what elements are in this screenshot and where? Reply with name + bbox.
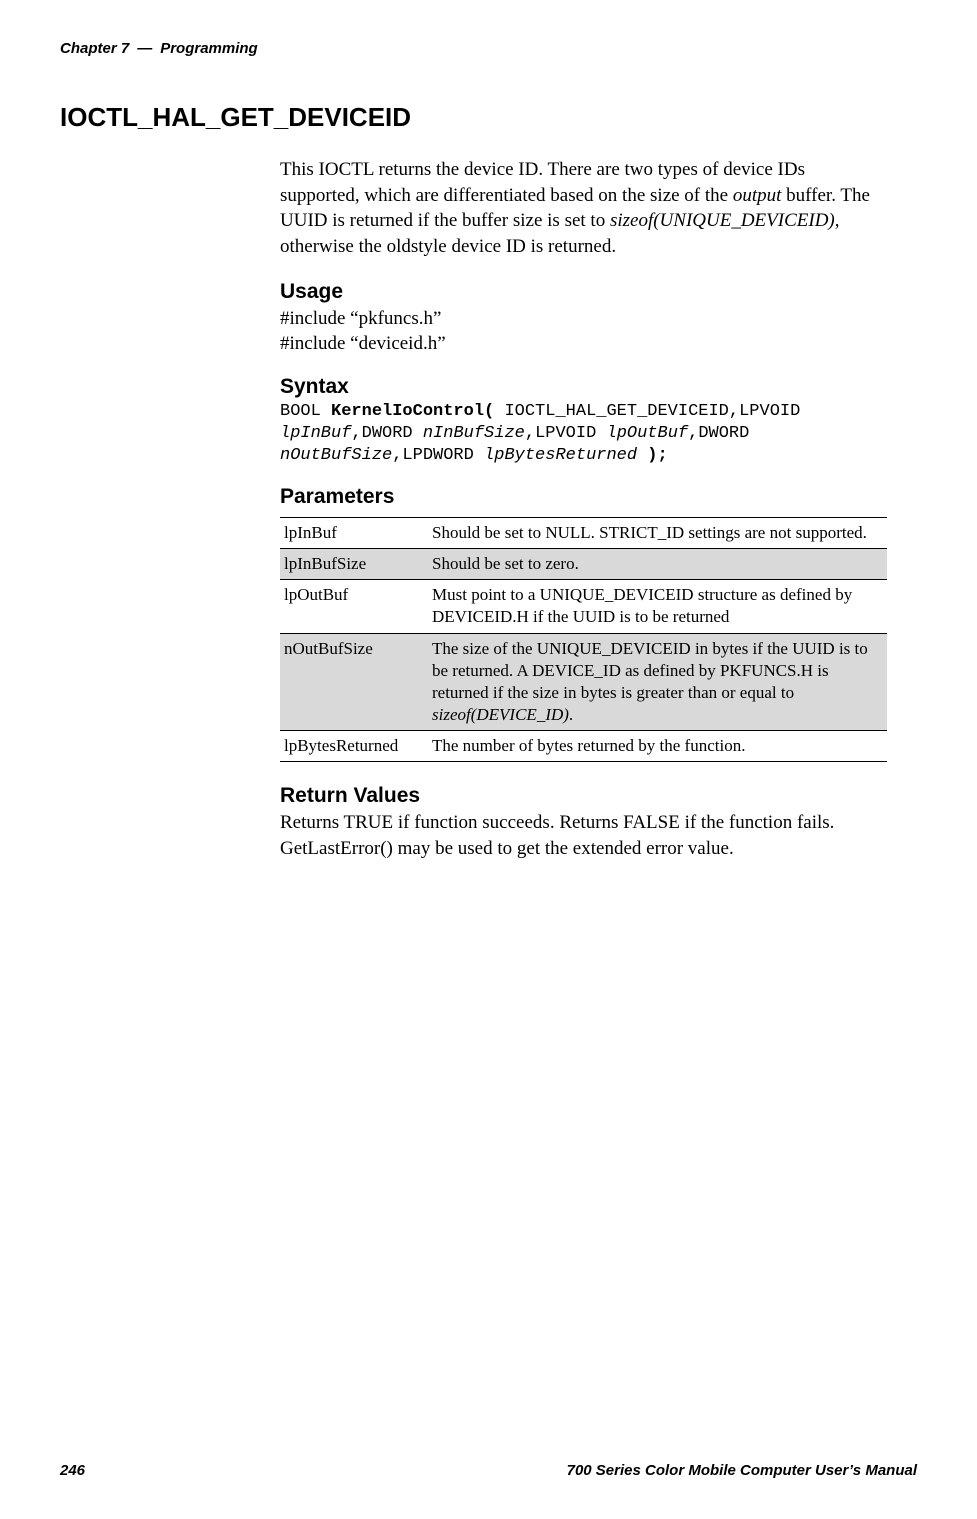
- section-label: Programming: [160, 40, 258, 57]
- param-desc-pre: The size of the UNIQUE_DEVICEID in bytes…: [432, 639, 868, 702]
- syntax-type: BOOL: [280, 402, 331, 421]
- param-name: lpOutBuf: [280, 580, 428, 633]
- return-values-heading: Return Values: [280, 784, 887, 808]
- param-desc: The number of bytes returned by the func…: [428, 730, 887, 761]
- syntax-heading: Syntax: [280, 375, 887, 399]
- return-values-text: Returns TRUE if function succeeds. Retur…: [280, 810, 887, 861]
- parameters-heading: Parameters: [280, 485, 887, 509]
- param-name: nOutBufSize: [280, 633, 428, 730]
- param-desc: Should be set to zero.: [428, 549, 887, 580]
- param-name: lpInBufSize: [280, 549, 428, 580]
- syntax-arg9: ,LPDWORD: [392, 446, 484, 465]
- main-heading: IOCTL_HAL_GET_DEVICEID: [60, 102, 917, 133]
- content-block: This IOCTL returns the device ID. There …: [280, 157, 887, 861]
- output-word: output: [733, 185, 782, 206]
- param-name: lpBytesReturned: [280, 730, 428, 761]
- syntax-arg2: lpInBuf: [280, 424, 351, 443]
- page-footer: 246 700 Series Color Mobile Computer Use…: [60, 1462, 917, 1479]
- table-row: lpInBuf Should be set to NULL. STRICT_ID…: [280, 518, 887, 549]
- syntax-arg6: lpOutBuf: [607, 424, 689, 443]
- param-name: lpInBuf: [280, 518, 428, 549]
- sizeof-expr: sizeof(UNIQUE_DEVICEID): [610, 210, 835, 231]
- include-line-2: #include “deviceid.h”: [280, 331, 887, 357]
- page-header: Chapter 7 — Programming: [60, 40, 917, 57]
- syntax-arg10: lpBytesReturned: [484, 446, 637, 465]
- footer-title: 700 Series Color Mobile Computer User’s …: [567, 1462, 917, 1479]
- intro-paragraph: This IOCTL returns the device ID. There …: [280, 157, 887, 260]
- table-row: nOutBufSize The size of the UNIQUE_DEVIC…: [280, 633, 887, 730]
- table-row: lpBytesReturned The number of bytes retu…: [280, 730, 887, 761]
- intro-text-1: This IOCTL returns the device ID. There …: [280, 159, 805, 206]
- parameters-table: lpInBuf Should be set to NULL. STRICT_ID…: [280, 517, 887, 762]
- syntax-arg5: ,LPVOID: [525, 424, 607, 443]
- syntax-fn: KernelIoControl(: [331, 402, 494, 421]
- table-row: lpOutBuf Must point to a UNIQUE_DEVICEID…: [280, 580, 887, 633]
- table-row: lpInBufSize Should be set to zero.: [280, 549, 887, 580]
- usage-heading: Usage: [280, 280, 887, 304]
- chapter-label: Chapter 7: [60, 40, 129, 57]
- syntax-arg3: ,DWORD: [351, 424, 422, 443]
- param-desc: Should be set to NULL. STRICT_ID setting…: [428, 518, 887, 549]
- include-line-1: #include “pkfuncs.h”: [280, 306, 887, 332]
- page-number: 246: [60, 1462, 85, 1479]
- param-desc-post: .: [569, 705, 573, 724]
- param-desc: The size of the UNIQUE_DEVICEID in bytes…: [428, 633, 887, 730]
- syntax-code: BOOL KernelIoControl( IOCTL_HAL_GET_DEVI…: [280, 401, 887, 467]
- header-dash: —: [137, 40, 152, 57]
- syntax-arg7: ,DWORD: [688, 424, 749, 443]
- syntax-arg8: nOutBufSize: [280, 446, 392, 465]
- syntax-arg1: IOCTL_HAL_GET_DEVICEID,LPVOID: [494, 402, 800, 421]
- param-desc: Must point to a UNIQUE_DEVICEID structur…: [428, 580, 887, 633]
- syntax-close: );: [637, 446, 668, 465]
- syntax-arg4: nInBufSize: [423, 424, 525, 443]
- param-desc-italic: sizeof(DEVICE_ID): [432, 705, 569, 724]
